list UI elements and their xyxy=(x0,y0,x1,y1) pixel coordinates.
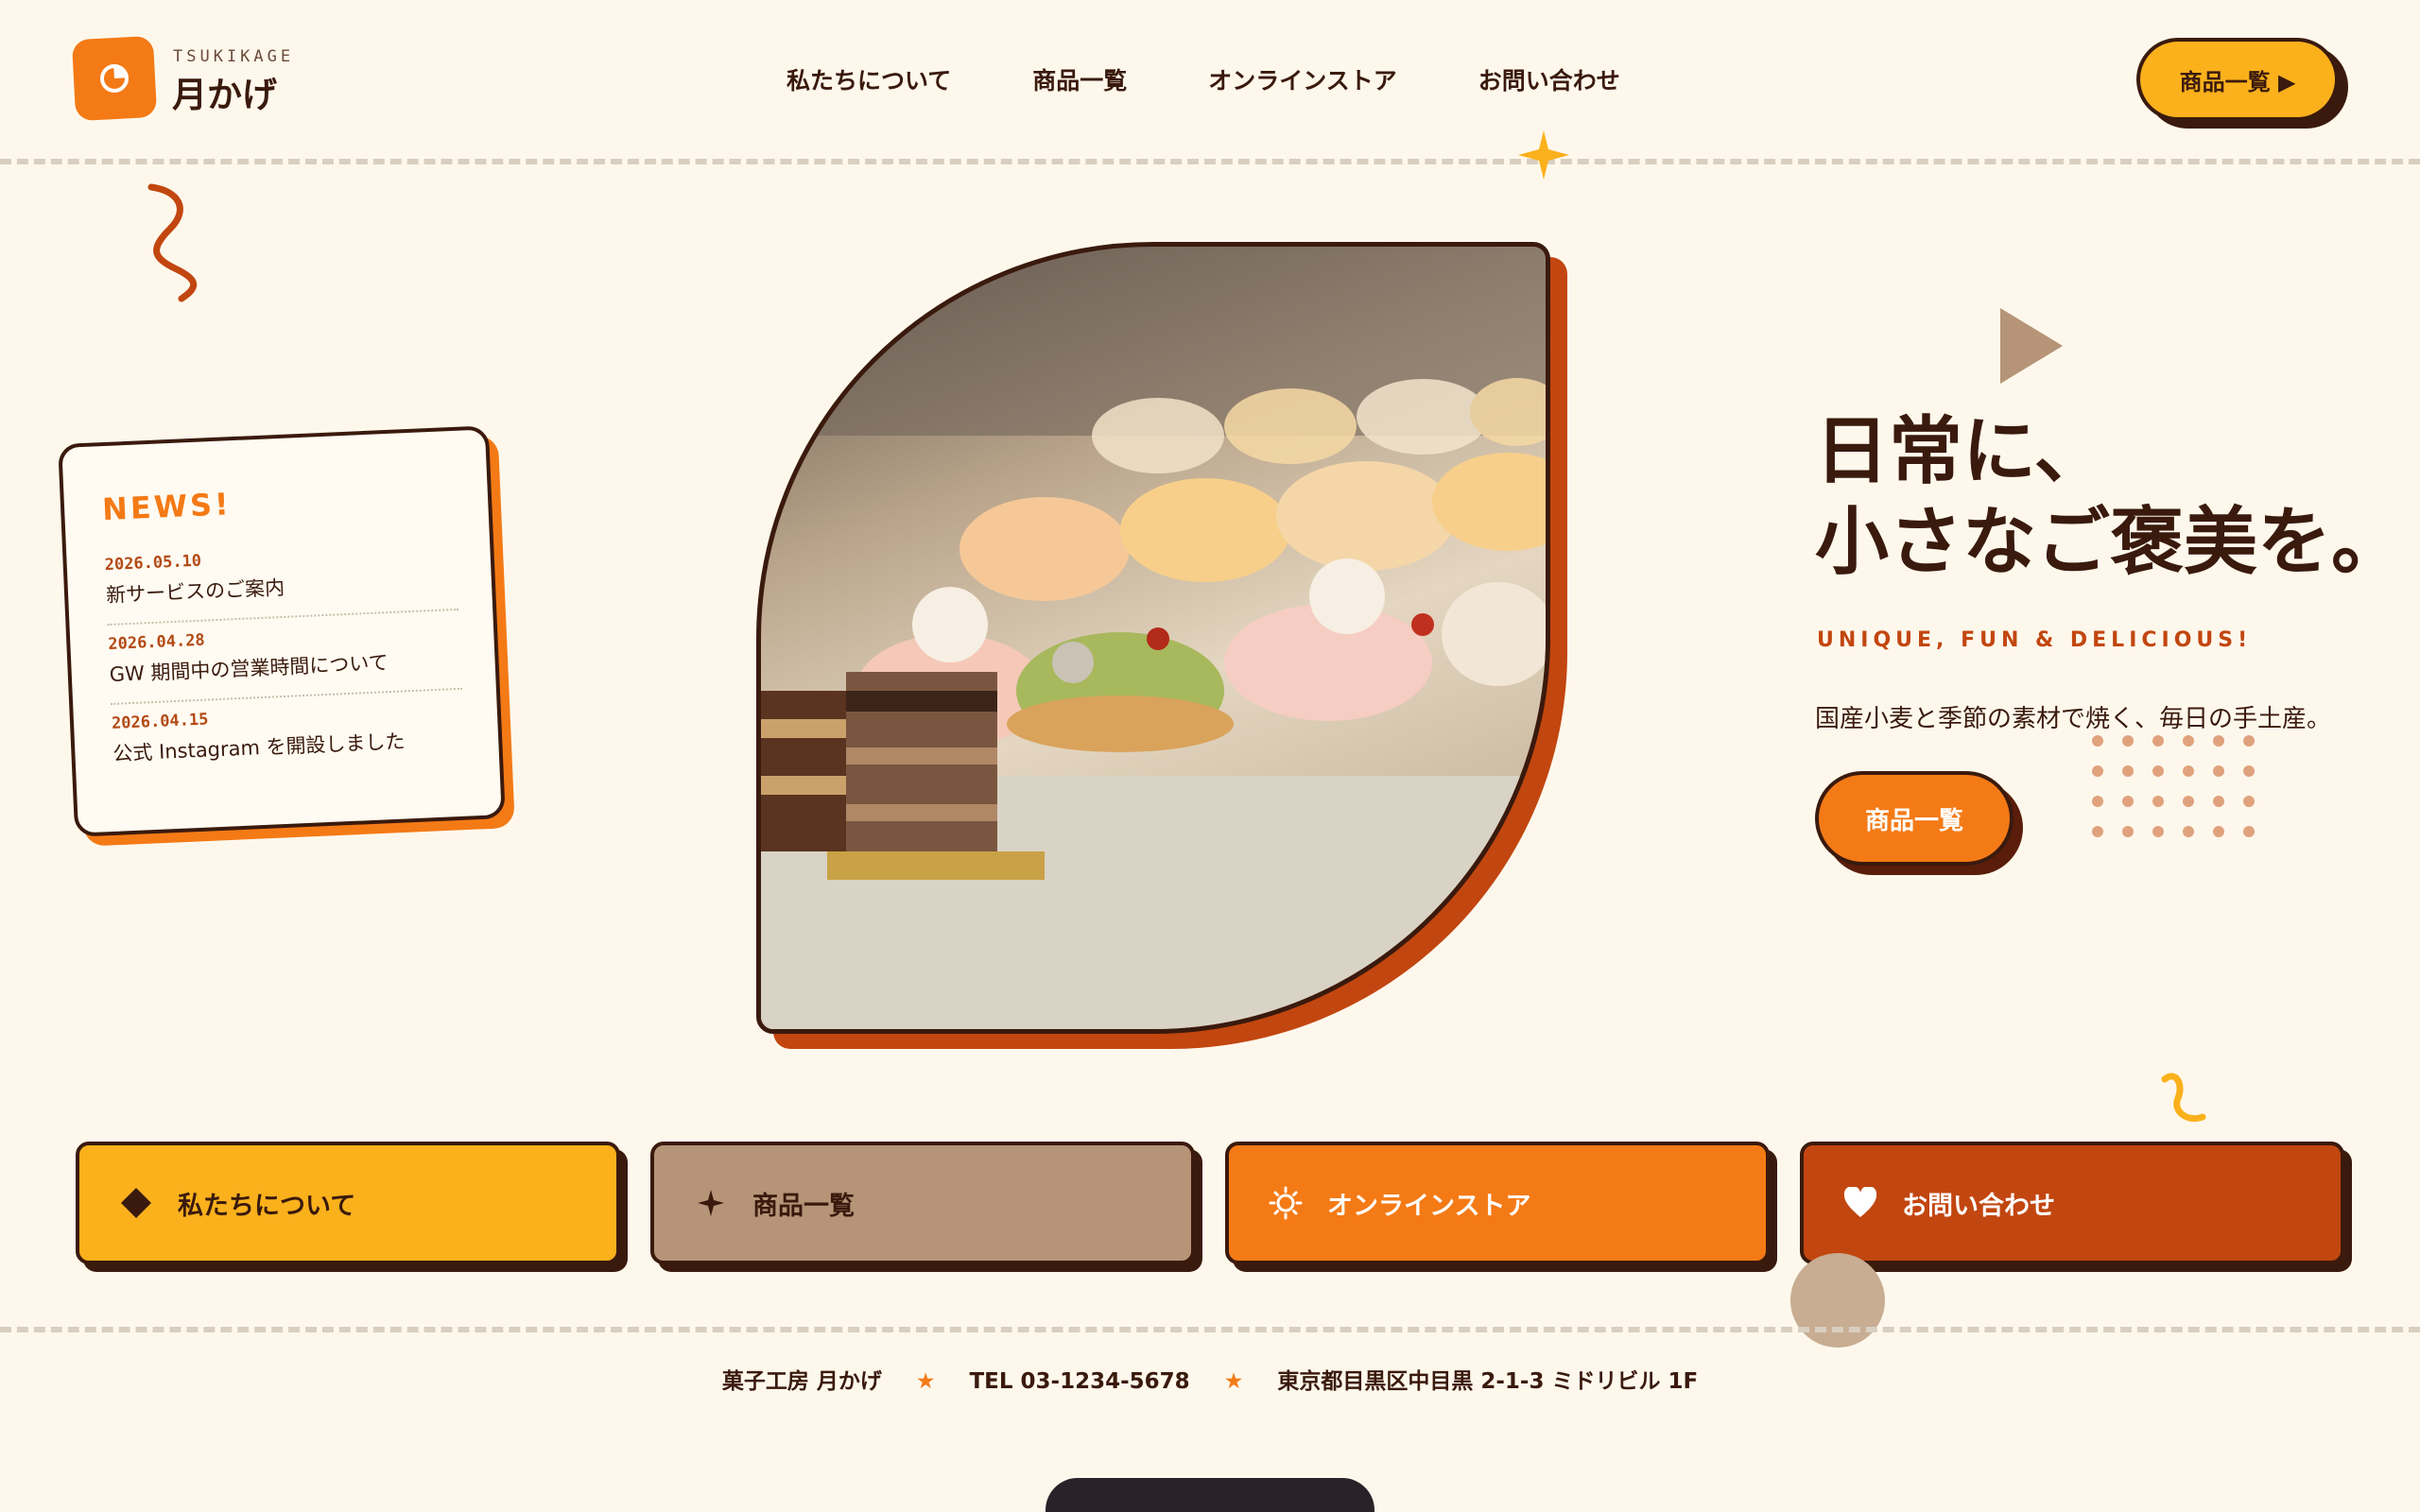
news-item[interactable]: 2026.04.28 GW 期間中の営業時間について xyxy=(107,610,462,705)
hero-products-button[interactable]: 商品一覧 xyxy=(1815,771,2014,866)
footer-separator: ★ xyxy=(915,1369,936,1394)
logo-badge[interactable] xyxy=(71,35,158,122)
nav-products[interactable]: 商品一覧 xyxy=(1032,62,1127,96)
category-label: 私たちについて xyxy=(178,1191,356,1221)
header-products-button[interactable]: 商品一覧 ▶ xyxy=(2136,38,2339,121)
pastry-showcase-illustration xyxy=(761,247,1546,1029)
footer-address: 東京都目黒区中目黒 2-1-3 ミドリビル 1F xyxy=(1277,1369,1699,1394)
news-card: NEWS! 2026.05.10 新サービスのご案内 2026.04.28 GW… xyxy=(58,425,506,837)
footer-info: 菓子工房 月かげ ★ TEL 03-1234-5678 ★ 東京都目黒区中目黒 … xyxy=(0,1363,2420,1395)
category-card-contact[interactable]: お問い合わせ xyxy=(1800,1142,2344,1264)
diamond-icon xyxy=(117,1184,155,1222)
header-divider xyxy=(0,159,2420,164)
squiggle-decoration-icon xyxy=(147,183,198,302)
category-label: 商品一覧 xyxy=(752,1191,855,1221)
hero-pastry-image xyxy=(756,242,1550,1034)
footer-separator: ★ xyxy=(1223,1369,1244,1394)
nav-contact[interactable]: お問い合わせ xyxy=(1478,62,1620,96)
footer-shop-name: 菓子工房 月かげ xyxy=(721,1369,882,1394)
star-decoration-icon xyxy=(1518,130,1569,180)
news-title: NEWS! xyxy=(101,486,233,528)
footer-divider xyxy=(0,1327,2420,1332)
hero-headline: 日常に、 小さなご褒美を。 xyxy=(1815,406,2405,588)
news-item[interactable]: 2026.05.10 新サービスのご案内 xyxy=(103,530,459,627)
category-card-about[interactable]: 私たちについて xyxy=(76,1142,620,1264)
circle-decoration xyxy=(1790,1253,1885,1348)
category-card-online-store[interactable]: オンラインストア xyxy=(1225,1142,1770,1264)
play-triangle-decoration-icon xyxy=(2000,308,2063,384)
squiggle-small-decoration-icon xyxy=(2161,1073,2206,1122)
news-item[interactable]: 2026.04.15 公式 Instagram を開設しました xyxy=(111,690,465,782)
moon-clock-icon xyxy=(100,64,129,93)
sparkle-icon xyxy=(692,1184,730,1222)
category-card-products[interactable]: 商品一覧 xyxy=(650,1142,1195,1264)
category-label: お問い合わせ xyxy=(1902,1191,2055,1221)
logo-text-en: TSUKIKAGE xyxy=(173,47,295,66)
nav-online-store[interactable]: オンラインストア xyxy=(1208,62,1397,96)
category-label: オンラインストア xyxy=(1327,1191,1531,1221)
hero-description: 国産小麦と季節の素材で焼く、毎日の手土産。 xyxy=(1815,705,2332,733)
hero-tagline: UNIQUE, FUN & DELICIOUS! xyxy=(1817,628,2253,652)
heart-icon xyxy=(1841,1184,1879,1222)
sun-icon xyxy=(1267,1184,1305,1222)
hero-headline-line2: 小さなご褒美を。 xyxy=(1815,500,2406,585)
floating-toolbar[interactable] xyxy=(1046,1478,1374,1512)
footer-tel[interactable]: TEL 03-1234-5678 xyxy=(969,1369,1189,1394)
hero-headline-line1: 日常に、 xyxy=(1815,409,2108,494)
nav-about[interactable]: 私たちについて xyxy=(786,62,951,96)
dot-grid-decoration xyxy=(2092,735,2255,837)
logo-text-jp[interactable]: 月かげ xyxy=(172,66,277,117)
main-nav: 私たちについて 商品一覧 オンラインストア お問い合わせ xyxy=(786,62,1620,96)
